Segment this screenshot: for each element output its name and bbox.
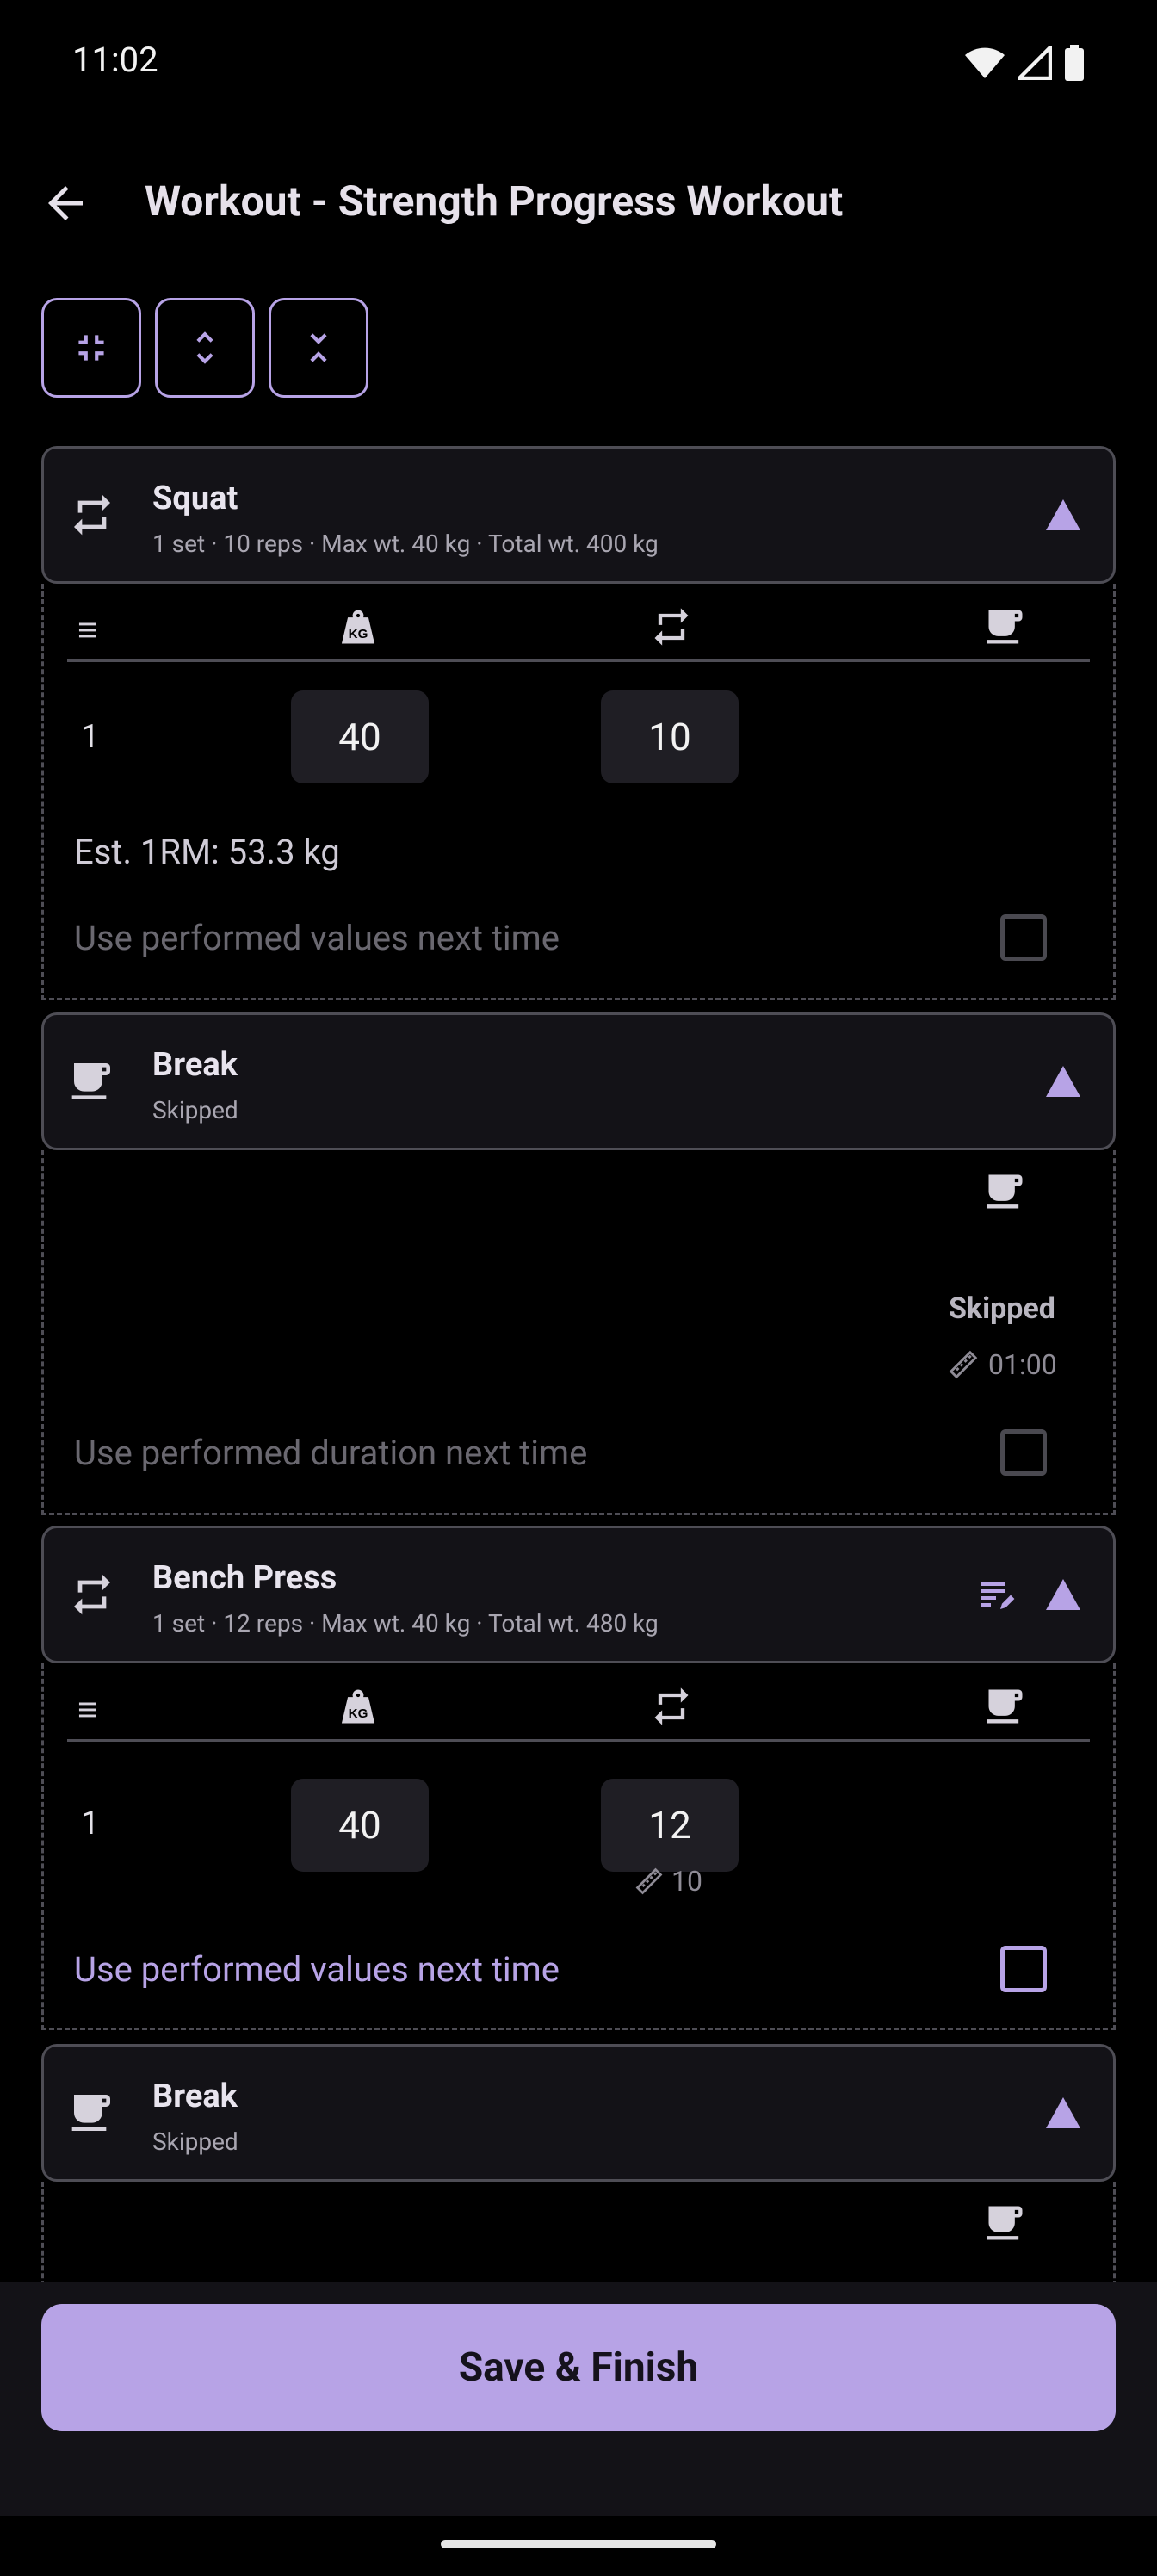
back-button[interactable] (34, 172, 96, 234)
home-indicator[interactable] (441, 2540, 716, 2548)
use-duration-checkbox[interactable] (1000, 1429, 1047, 1476)
exercise-summary: 1 set · 10 reps · Max wt. 40 kg · Total … (152, 529, 659, 558)
svg-text:KG: KG (349, 627, 368, 641)
exercise-summary: 1 set · 12 reps · Max wt. 40 kg · Total … (152, 1609, 659, 1638)
est-1rm: Est. 1RM: 53.3 kg (74, 832, 340, 872)
repeat-icon (74, 1574, 110, 1615)
collapse-all-icon (78, 335, 104, 361)
set-number-header-icon: ≡ (77, 610, 98, 650)
weight-input[interactable]: 40 (291, 690, 429, 783)
wifi-icon (965, 47, 1005, 78)
exercise-card-bench-press[interactable]: Bench Press 1 set · 12 reps · Max wt. 40… (41, 1526, 1116, 1663)
set-number: 1 (81, 718, 100, 756)
divider (67, 1739, 1090, 1742)
unfold-less-icon (310, 333, 327, 362)
weight-kg-icon: KG (341, 610, 375, 644)
divider (67, 659, 1090, 662)
break-card[interactable]: Break Skipped (41, 2044, 1116, 2182)
save-finish-button[interactable]: Save & Finish (41, 2304, 1116, 2431)
set-number: 1 (81, 1805, 100, 1842)
page-title: Workout - Strength Progress Workout (145, 176, 844, 226)
caret-up-icon[interactable] (1046, 499, 1080, 530)
weight-kg-icon: KG (341, 1689, 375, 1724)
coffee-icon (71, 2095, 110, 2131)
arrow-back-icon (48, 186, 83, 220)
caret-up-icon[interactable] (1046, 2097, 1080, 2128)
repeat-icon (654, 608, 689, 646)
reps-input[interactable]: 10 (601, 690, 739, 783)
toggle-all-button[interactable] (269, 298, 368, 398)
expand-all-button[interactable] (155, 298, 255, 398)
collapse-all-button[interactable] (41, 298, 141, 398)
battery-icon (1065, 45, 1084, 81)
use-duration-label: Use performed duration next time (74, 1433, 588, 1473)
ruler-icon (635, 1867, 663, 1895)
previous-reps-value: 10 (671, 1865, 702, 1898)
use-values-checkbox[interactable] (1000, 914, 1047, 961)
use-values-label: Use performed values next time (74, 1949, 560, 1990)
unfold-more-icon (196, 331, 213, 364)
exercise-card-squat[interactable]: Squat 1 set · 10 reps · Max wt. 40 kg · … (41, 446, 1116, 584)
duration-value: 01:00 (988, 1348, 1057, 1381)
break-status: Skipped (152, 1096, 238, 1124)
caret-up-icon[interactable] (1046, 1066, 1080, 1097)
coffee-icon (987, 610, 1023, 644)
break-duration: 01:00 (947, 1348, 1057, 1381)
status-time: 11:02 (72, 40, 158, 80)
break-skipped-label: Skipped (949, 1291, 1055, 1326)
repeat-icon (654, 1687, 689, 1725)
break-panel (41, 2182, 1116, 2294)
break-status: Skipped (152, 2127, 238, 2156)
break-name: Break (152, 2078, 238, 2115)
ruler-icon (949, 1350, 978, 1379)
use-values-label: Use performed values next time (74, 918, 560, 958)
coffee-icon (987, 1174, 1023, 1209)
caret-up-icon[interactable] (1046, 1579, 1080, 1610)
break-card[interactable]: Break Skipped (41, 1012, 1116, 1150)
svg-text:KG: KG (349, 1706, 368, 1721)
break-name: Break (152, 1046, 238, 1084)
repeat-icon (74, 494, 110, 536)
notes-edit-icon[interactable] (975, 1574, 1017, 1615)
reps-input[interactable]: 12 (601, 1779, 739, 1872)
previous-reps-hint: 10 (634, 1865, 702, 1898)
signal-icon (1018, 46, 1052, 80)
exercise-name: Bench Press (152, 1559, 337, 1597)
use-values-checkbox[interactable] (1000, 1946, 1047, 1992)
coffee-icon (71, 1063, 110, 1099)
status-icons (964, 45, 1085, 81)
coffee-icon (987, 2206, 1023, 2240)
coffee-icon (987, 1689, 1023, 1724)
weight-input[interactable]: 40 (291, 1779, 429, 1872)
set-number-header-icon: ≡ (77, 1689, 98, 1730)
exercise-name: Squat (152, 480, 238, 517)
